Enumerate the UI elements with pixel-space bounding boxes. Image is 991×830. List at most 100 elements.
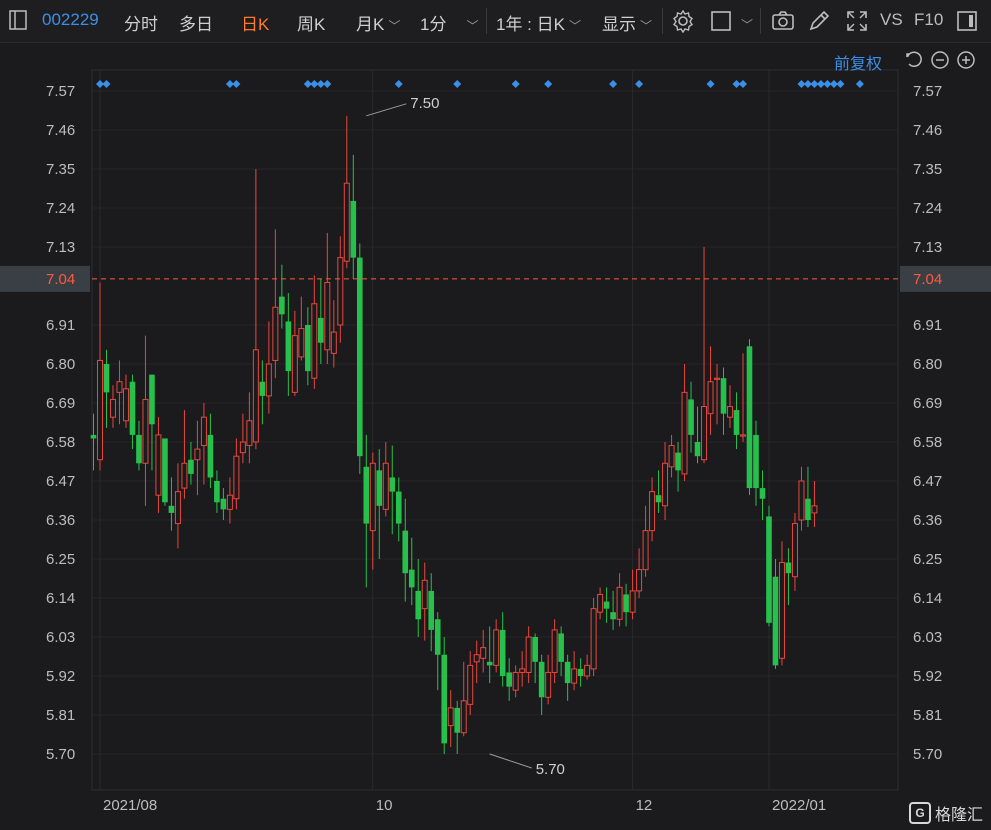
candle-body-down: [220, 498, 227, 510]
candle-body-down: [577, 668, 584, 676]
candle-body-up: [636, 569, 643, 592]
undo-icon[interactable]: [904, 50, 924, 75]
display-select[interactable]: 显示 ﹀: [602, 10, 652, 35]
event-marker: [323, 80, 332, 88]
candle-body-up: [122, 388, 129, 422]
candle-body-up: [116, 381, 123, 393]
candle-body-up: [473, 654, 480, 663]
candle-body-down: [207, 434, 214, 478]
event-marker: [394, 80, 403, 88]
y-tick-label: 6.47: [46, 473, 75, 490]
candle-body-up: [324, 281, 331, 351]
f10-button[interactable]: F10: [914, 10, 943, 30]
candle-body-down: [389, 477, 396, 492]
candle-body-down: [103, 364, 110, 393]
sidebar-toggle-icon[interactable]: [8, 8, 28, 37]
y-tick-label: 7.24: [913, 200, 942, 217]
checkbox-icon[interactable]: [710, 9, 734, 33]
candle-body-up: [142, 398, 149, 464]
camera-icon[interactable]: [771, 9, 795, 33]
candle-body-up: [525, 636, 532, 673]
candle-body-down: [655, 495, 662, 503]
event-marker: [829, 80, 838, 88]
candle-body-down: [772, 576, 779, 666]
y-tick-label: 5.92: [913, 668, 942, 685]
current-price-tag-left: [0, 265, 90, 292]
tab-yuek[interactable]: 月K ﹀: [356, 10, 400, 35]
candle-body-up: [493, 629, 500, 666]
tab-fenshi[interactable]: 分时: [124, 10, 158, 35]
candle-body-down: [506, 672, 512, 687]
candle-body-up: [226, 494, 233, 510]
y-tick-label: 7.46: [913, 122, 942, 139]
candle-body-up: [194, 448, 201, 461]
y-tick-label: 6.69: [46, 395, 75, 412]
event-marker: [836, 80, 845, 88]
zoom-in-icon[interactable]: [956, 50, 976, 75]
gear-icon[interactable]: [671, 9, 695, 34]
candle-body-up: [512, 671, 519, 691]
tab-duori[interactable]: 多日: [179, 10, 213, 35]
vs-button[interactable]: VS: [880, 10, 903, 30]
zoom-out-icon[interactable]: [930, 50, 950, 75]
tab-1fen[interactable]: 1分 ﹀: [420, 10, 478, 35]
event-marker: [816, 80, 825, 88]
toolbar-divider: [760, 8, 761, 34]
stock-code[interactable]: 002229: [42, 10, 99, 30]
candle-body-down: [188, 459, 194, 474]
candle-body-up: [545, 671, 552, 698]
panel-icon[interactable]: [956, 9, 980, 33]
y-tick-label: 6.47: [913, 473, 942, 490]
candle-body-down: [434, 619, 441, 655]
candle-body-up: [662, 462, 669, 507]
adjust-mode-label[interactable]: 前复权: [834, 50, 882, 74]
chevron-down-icon: ﹀: [388, 19, 401, 33]
pencil-icon[interactable]: [807, 9, 831, 33]
candle-body-up: [252, 349, 259, 443]
event-marker: [316, 80, 325, 88]
candle-body-up: [447, 707, 454, 727]
candle-body-up: [642, 530, 649, 571]
event-marker: [609, 80, 618, 88]
candle-body-up: [246, 420, 253, 447]
candle-body-down: [805, 498, 811, 520]
candle-body-up: [551, 629, 558, 673]
candle-body-down: [214, 481, 220, 503]
candle-body-down: [532, 637, 538, 662]
candle-body-up: [740, 434, 746, 437]
candle-body-down: [688, 399, 694, 435]
candle-body-down: [90, 434, 97, 439]
y-tick-label: 5.70: [46, 746, 75, 763]
candle-body-up: [649, 491, 656, 532]
candle-body-up: [239, 441, 246, 454]
candle-body-up: [714, 377, 721, 380]
y-tick-label: 6.91: [913, 317, 942, 334]
candle-body-down: [766, 516, 772, 623]
max-annotation-label: 7.50: [410, 95, 439, 112]
candle-body-down: [486, 661, 493, 666]
candle-body-down: [162, 438, 168, 503]
candle-body-down: [376, 470, 383, 506]
candle-body-up: [727, 406, 734, 418]
candle-body-up: [337, 257, 344, 326]
fullscreen-icon[interactable]: [845, 9, 869, 33]
candle-body-up: [701, 406, 708, 461]
y-tick-label: 6.14: [46, 590, 75, 607]
candle-body-up: [174, 491, 181, 525]
candle-body-up: [272, 306, 279, 361]
min-annotation-label: 5.70: [536, 761, 565, 778]
candle-body-up: [616, 586, 623, 620]
chevron-down-icon[interactable]: ﹀: [737, 14, 753, 34]
y-tick-label: 7.13: [46, 239, 75, 256]
event-marker: [544, 80, 553, 88]
range-select[interactable]: 1年 : 日K ﹀: [496, 10, 581, 35]
candle-body-down: [603, 601, 610, 609]
tab-rik[interactable]: 日K: [241, 10, 269, 35]
tab-zhouk[interactable]: 周K: [297, 10, 325, 35]
candlestick-chart[interactable]: 7.57 7.46 7.35 7.24 7.13 6.91 6.80 6.69 6.58 6.47…: [0, 0, 991, 830]
zoom-controls: [904, 50, 976, 75]
candle-body-up: [681, 391, 688, 475]
candle-body-up: [265, 363, 272, 397]
candle-body-up: [707, 381, 714, 415]
y-tick-label: 7.13: [913, 239, 942, 256]
